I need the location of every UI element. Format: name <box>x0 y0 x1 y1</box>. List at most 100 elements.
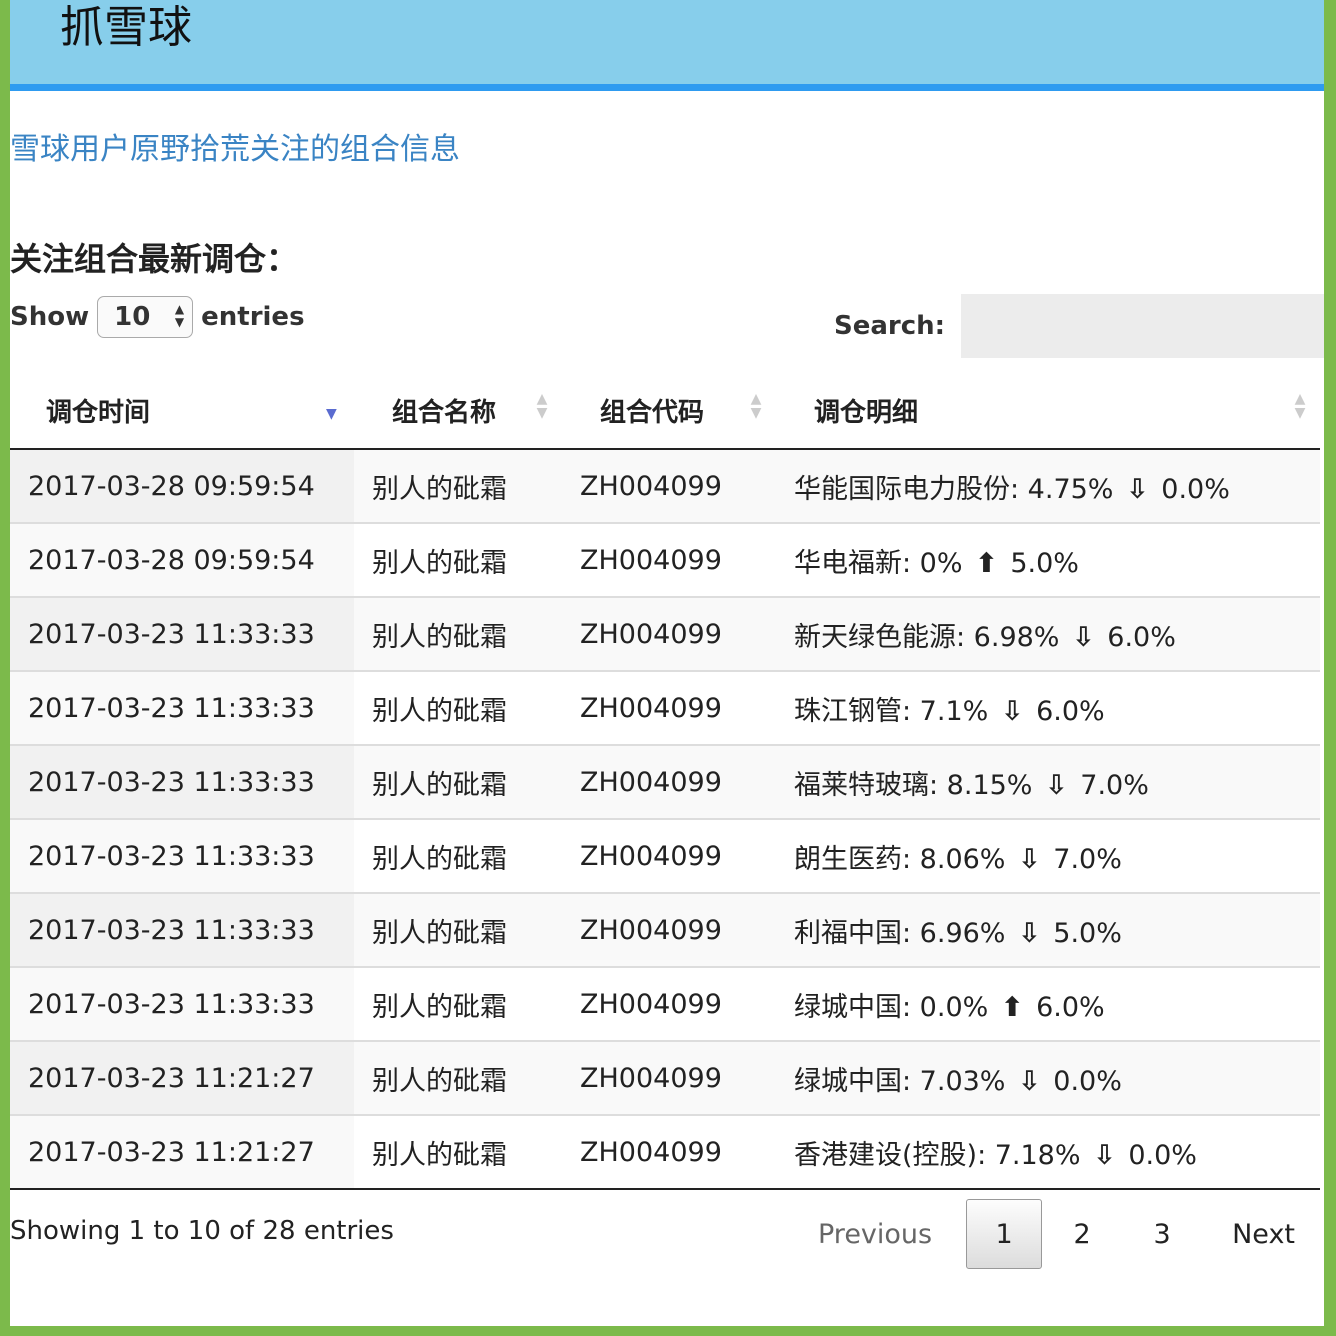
cell-detail: 利福中国: 6.96% ⇩ 5.0% <box>776 892 1320 967</box>
table-row: 2017-03-23 11:21:27 别人的砒霜 ZH004099 绿城中国: 7.… <box>10 1040 1320 1115</box>
table-row: 2017-03-28 09:59:54 别人的砒霜 ZH004099 华电福新: 0%… <box>10 522 1320 597</box>
sort-both-icon: ▲ ▼ <box>750 391 762 421</box>
detail-target: 6.0% <box>1036 991 1105 1023</box>
section-title: 关注组合最新调仓： <box>10 240 299 278</box>
cell-time: 2017-03-23 11:33:33 <box>10 670 354 745</box>
column-header-label: 调仓时间 <box>46 398 151 428</box>
sort-both-icon: ▲ ▼ <box>1294 391 1306 421</box>
cell-detail: 华电福新: 0% ⬆ 5.0% <box>776 522 1320 597</box>
table-row: 2017-03-23 11:21:27 别人的砒霜 ZH004099 香港建设(控股)… <box>10 1114 1320 1190</box>
cell-code: ZH004099 <box>562 670 776 745</box>
detail-target: 6.0% <box>1107 621 1176 653</box>
table-header-row: 调仓时间 ▼ 组合名称 ▲ ▼ 组合代码 ▲ ▼ 调仓明细 ▲ ▼ <box>10 370 1320 450</box>
cell-code: ZH004099 <box>562 818 776 893</box>
table-row: 2017-03-23 11:33:33 别人的砒霜 ZH004099 珠江钢管: 7.… <box>10 670 1320 745</box>
table-info: Showing 1 to 10 of 28 entries <box>10 1216 394 1246</box>
table-row: 2017-03-23 11:33:33 别人的砒霜 ZH004099 新天绿色能源: … <box>10 596 1320 671</box>
cell-code: ZH004099 <box>562 1040 776 1115</box>
previous-button[interactable]: Previous <box>800 1199 950 1269</box>
cell-detail: 新天绿色能源: 6.98% ⇩ 6.0% <box>776 596 1320 671</box>
arrow-down-icon: ⇩ <box>1126 473 1149 505</box>
cell-code: ZH004099 <box>562 892 776 967</box>
arrow-up-icon: ⬆ <box>975 547 998 579</box>
cell-detail: 香港建设(控股): 7.18% ⇩ 0.0% <box>776 1114 1320 1190</box>
detail-stock: 福莱特玻璃: 8.15% <box>794 769 1033 801</box>
cell-detail: 绿城中国: 7.03% ⇩ 0.0% <box>776 1040 1320 1115</box>
arrow-down-icon: ⇩ <box>1045 769 1068 801</box>
detail-stock: 朗生医药: 8.06% <box>794 843 1006 875</box>
cell-time: 2017-03-23 11:33:33 <box>10 596 354 671</box>
entries-select[interactable]: 10 ▲ ▼ <box>97 296 194 338</box>
show-label: Show <box>10 302 90 332</box>
detail-stock: 绿城中国: 0.0% <box>794 991 989 1023</box>
user-portfolio-link[interactable]: 雪球用户原野拾荒关注的组合信息 <box>10 124 460 168</box>
select-spinner-icon: ▲ ▼ <box>174 302 185 329</box>
next-button[interactable]: Next <box>1214 1199 1313 1269</box>
detail-stock: 新天绿色能源: 6.98% <box>794 621 1060 653</box>
rebalance-table: 调仓时间 ▼ 组合名称 ▲ ▼ 组合代码 ▲ ▼ 调仓明细 ▲ ▼ 2017-03-2… <box>10 370 1320 1190</box>
cell-time: 2017-03-28 09:59:54 <box>10 522 354 597</box>
cell-code: ZH004099 <box>562 449 776 523</box>
column-header-time[interactable]: 调仓时间 ▼ <box>10 370 354 450</box>
table-row: 2017-03-23 11:33:33 别人的砒霜 ZH004099 利福中国: 6.… <box>10 892 1320 967</box>
detail-target: 7.0% <box>1053 843 1122 875</box>
detail-stock: 珠江钢管: 7.1% <box>794 695 989 727</box>
cell-name: 别人的砒霜 <box>354 818 562 893</box>
detail-stock: 利福中国: 6.96% <box>794 917 1006 949</box>
detail-target: 0.0% <box>1161 473 1230 505</box>
pagination: Previous 1 2 3 Next <box>800 1198 1313 1270</box>
detail-target: 5.0% <box>1010 547 1079 579</box>
top-header: 抓雪球 <box>0 0 1336 91</box>
column-header-label: 组合名称 <box>392 398 497 428</box>
detail-target: 0.0% <box>1053 1065 1122 1097</box>
cell-code: ZH004099 <box>562 966 776 1041</box>
column-header-code[interactable]: 组合代码 ▲ ▼ <box>562 370 776 450</box>
column-header-name[interactable]: 组合名称 ▲ ▼ <box>354 370 562 450</box>
cell-time: 2017-03-28 09:59:54 <box>10 449 354 523</box>
detail-target: 0.0% <box>1128 1139 1197 1171</box>
page-button-3[interactable]: 3 <box>1122 1199 1202 1269</box>
detail-target: 7.0% <box>1080 769 1149 801</box>
cell-detail: 珠江钢管: 7.1% ⇩ 6.0% <box>776 670 1320 745</box>
detail-stock: 华能国际电力股份: 4.75% <box>794 473 1114 505</box>
cell-detail: 绿城中国: 0.0% ⬆ 6.0% <box>776 966 1320 1041</box>
arrow-down-icon: ⇩ <box>1018 843 1041 875</box>
cell-detail: 福莱特玻璃: 8.15% ⇩ 7.0% <box>776 744 1320 819</box>
cell-name: 别人的砒霜 <box>354 966 562 1041</box>
search-filter: Search: <box>834 294 1334 358</box>
cell-name: 别人的砒霜 <box>354 596 562 671</box>
cell-detail: 华能国际电力股份: 4.75% ⇩ 0.0% <box>776 449 1320 523</box>
cell-time: 2017-03-23 11:33:33 <box>10 892 354 967</box>
cell-code: ZH004099 <box>562 596 776 671</box>
cell-name: 别人的砒霜 <box>354 449 562 523</box>
cell-code: ZH004099 <box>562 744 776 819</box>
cell-name: 别人的砒霜 <box>354 1040 562 1115</box>
site-brand[interactable]: 抓雪球 <box>60 2 192 54</box>
detail-stock: 绿城中国: 7.03% <box>794 1065 1006 1097</box>
column-header-label: 调仓明细 <box>814 398 919 428</box>
search-input[interactable] <box>961 294 1334 358</box>
cell-name: 别人的砒霜 <box>354 1114 562 1190</box>
arrow-down-icon: ⇩ <box>1000 695 1024 727</box>
length-menu: Show 10 ▲ ▼ entries <box>10 296 305 338</box>
cell-name: 别人的砒霜 <box>354 744 562 819</box>
arrow-down-icon: ⇩ <box>1093 1139 1116 1171</box>
arrow-down-icon: ⇩ <box>1072 621 1095 653</box>
table-row: 2017-03-23 11:33:33 别人的砒霜 ZH004099 朗生医药: 8.… <box>10 818 1320 893</box>
detail-target: 6.0% <box>1036 695 1105 727</box>
cell-detail: 朗生医药: 8.06% ⇩ 7.0% <box>776 818 1320 893</box>
entries-label: entries <box>201 302 305 332</box>
sort-both-icon: ▲ ▼ <box>536 391 548 421</box>
page-button-1[interactable]: 1 <box>966 1199 1043 1269</box>
page-button-2[interactable]: 2 <box>1042 1199 1122 1269</box>
cell-time: 2017-03-23 11:21:27 <box>10 1040 354 1115</box>
column-header-detail[interactable]: 调仓明细 ▲ ▼ <box>776 370 1320 450</box>
cell-name: 别人的砒霜 <box>354 892 562 967</box>
table-row: 2017-03-23 11:33:33 别人的砒霜 ZH004099 福莱特玻璃: 8… <box>10 744 1320 819</box>
cell-time: 2017-03-23 11:33:33 <box>10 966 354 1041</box>
search-label: Search: <box>834 311 946 341</box>
table-row: 2017-03-28 09:59:54 别人的砒霜 ZH004099 华能国际电力股份… <box>10 449 1320 523</box>
cell-time: 2017-03-23 11:33:33 <box>10 818 354 893</box>
entries-select-value: 10 <box>114 302 151 332</box>
cell-name: 别人的砒霜 <box>354 522 562 597</box>
